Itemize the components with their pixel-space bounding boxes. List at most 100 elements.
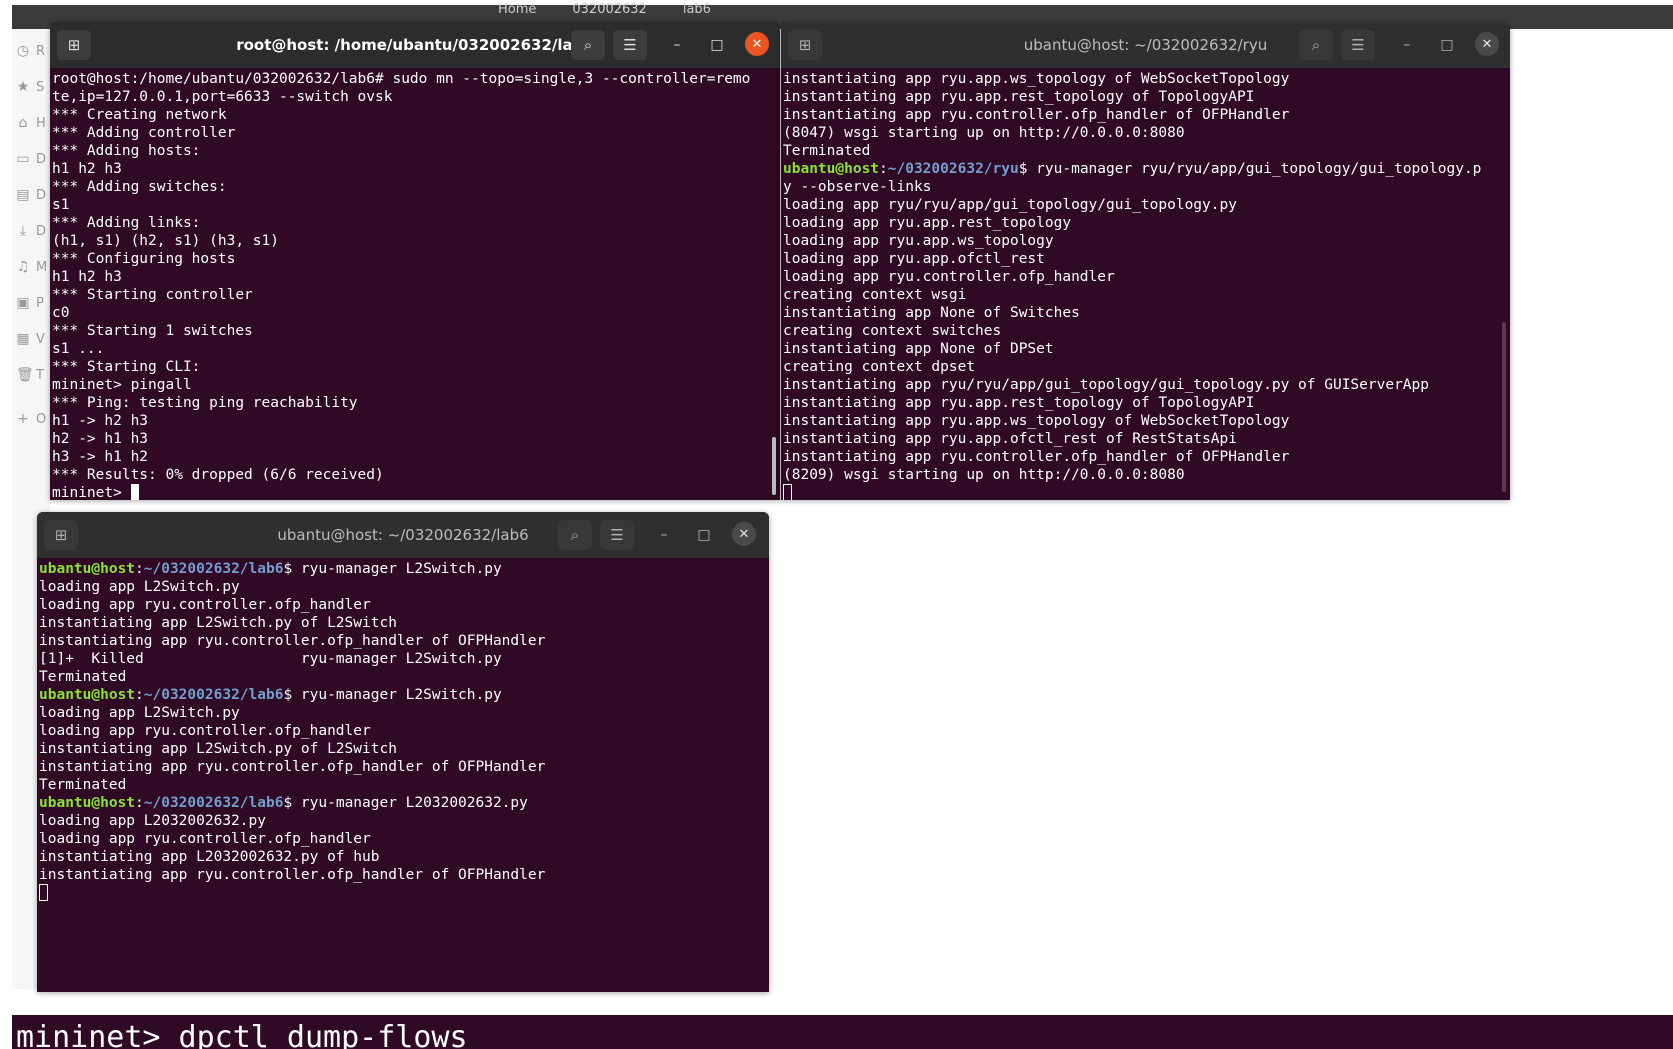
close-button[interactable]: ✕ [732,522,756,546]
sidebar-item-desktop[interactable]: ▭ D [12,149,50,169]
maximize-button[interactable]: □ [1435,33,1459,57]
sidebar-item-videos[interactable]: ▦ V [12,329,50,349]
home-icon: ⌂ [18,115,28,131]
sidebar-item-documents[interactable]: ▤ D [12,185,50,205]
star-icon: ★ [16,79,30,95]
sidebar-item-recent[interactable]: ◷ R [12,41,50,61]
minimize-icon: – [673,37,681,53]
breadcrumb-032002632[interactable]: 032002632 [566,3,652,16]
output-line: *** Adding links: [52,215,201,231]
sidebar-item-home[interactable]: ⌂ H [12,113,50,133]
sidebar-item-trash[interactable]: 🗑 T [12,365,50,385]
terminal-window-ryu[interactable]: ⊞ ubantu@host: ~/032002632/ryu ⌕ ☰ – □ ✕… [781,22,1510,500]
output-line: instantiating app None of DPSet [783,341,1054,357]
output-line: loading app L2Switch.py [39,579,240,595]
output-line: h3 -> h1 h2 [52,449,149,465]
command-text: ryu-manager ryu/ryu/app/gui_topology/gui… [1027,161,1482,177]
output-line: [1]+ Killed ryu-manager L2Switch.py [39,651,502,667]
close-button[interactable]: ✕ [745,32,769,56]
output-line: y --observe-links [783,179,932,195]
terminal-window-mininet[interactable]: ⊞ root@host: /home/ubantu/032002632/lab6… [50,22,780,500]
bottom-terminal-strip[interactable]: mininet> dpctl dump-flows [12,1015,1673,1049]
output-line: instantiating app L2Switch.py of L2Switc… [39,741,397,757]
scrollbar-thumb[interactable] [1502,322,1506,492]
output-line: creating context wsgi [783,287,967,303]
maximize-icon: □ [1440,37,1454,53]
output-line: root@host:/home/ubantu/032002632/lab6# s… [52,71,751,87]
minimize-button[interactable]: – [652,523,676,547]
output-line: instantiating app None of Switches [783,305,1080,321]
search-button[interactable]: ⌕ [558,520,592,550]
output-line: instantiating app ryu.app.rest_topology … [783,89,1255,105]
plus-icon: + [17,411,29,427]
output-line: s1 [52,197,70,213]
new-tab-button[interactable]: ⊞ [44,520,78,550]
output-line: Terminated [783,143,871,159]
output-line: instantiating app ryu.app.ofctl_rest of … [783,431,1237,447]
command-text: ryu-manager L2Switch.py [292,561,502,577]
output-line: *** Adding hosts: [52,143,201,159]
output-line: (h1, s1) (h2, s1) (h3, s1) [52,233,279,249]
output-line: s1 ... [52,341,105,357]
terminal-output-mininet[interactable]: root@host:/home/ubantu/032002632/lab6# s… [50,68,780,500]
output-line: loading app L2032002632.py [39,813,266,829]
menu-button[interactable]: ☰ [1341,30,1375,60]
output-line: c0 [52,305,70,321]
search-button[interactable]: ⌕ [1299,30,1333,60]
new-tab-button[interactable]: ⊞ [57,30,91,60]
hamburger-menu-icon: ☰ [623,36,637,54]
command-text: ryu-manager L2032002632.py [292,795,528,811]
output-line: loading app L2Switch.py [39,705,240,721]
output-line: creating context dpset [783,359,976,375]
prompt-line: ubantu@host:~/032002632/lab6$ ryu-manage… [39,687,502,703]
output-line: instantiating app ryu.controller.ofp_han… [783,449,1290,465]
output-line: instantiating app ryu.app.ws_topology of… [783,413,1290,429]
terminal-window-lab6[interactable]: ⊞ ubantu@host: ~/032002632/lab6 ⌕ ☰ – □ … [37,512,769,992]
sidebar-item-other-locations[interactable]: + O [12,409,50,429]
sidebar-item-pictures[interactable]: ▣ P [12,293,50,313]
output-line: *** Adding controller [52,125,236,141]
terminal-output-lab6[interactable]: ubantu@host:~/032002632/lab6$ ryu-manage… [37,558,769,992]
breadcrumb-home[interactable]: Home [492,3,542,16]
output-line: h1 h2 h3 [52,161,122,177]
menu-button[interactable]: ☰ [600,520,634,550]
sidebar-item-starred[interactable]: ★ S [12,77,50,97]
minimize-button[interactable]: – [1395,33,1419,57]
prompt-path: ~/032002632/lab6 [143,687,284,703]
prompt-user: ubantu@host [39,561,136,577]
output-line: loading app ryu.app.ofctl_rest [783,251,1045,267]
maximize-button[interactable]: □ [705,33,729,57]
titlebar-lab6[interactable]: ⊞ ubantu@host: ~/032002632/lab6 ⌕ ☰ – □ … [37,512,769,558]
output-line: instantiating app ryu.app.rest_topology … [783,395,1255,411]
prompt-path: ~/032002632/lab6 [143,795,284,811]
bottom-terminal-text: mininet> dpctl dump-flows [16,1020,468,1049]
minimize-button[interactable]: – [665,33,689,57]
new-tab-button[interactable]: ⊞ [788,30,822,60]
output-line: instantiating app ryu.controller.ofp_han… [39,633,546,649]
output-line: instantiating app L2032002632.py of hub [39,849,380,865]
hamburger-menu-icon: ☰ [610,526,624,544]
prompt-path: ~/032002632/ryu [887,161,1019,177]
downloads-icon: ⤓ [19,223,27,239]
trash-icon: 🗑 [16,367,34,383]
music-icon: ♫ [16,259,30,275]
hamburger-menu-icon: ☰ [1351,36,1365,54]
sidebar-item-downloads[interactable]: ⤓ D [12,221,50,241]
close-button[interactable]: ✕ [1475,32,1499,56]
scrollbar-thumb[interactable] [772,437,776,495]
minimize-icon: – [1403,37,1411,53]
output-line: *** Adding switches: [52,179,227,195]
terminal-output-ryu[interactable]: instantiating app ryu.app.ws_topology of… [781,68,1510,500]
maximize-button[interactable]: □ [692,523,716,547]
maximize-icon: □ [710,37,724,53]
close-icon: ✕ [751,36,763,52]
output-line: loading app ryu.controller.ofp_handler [783,269,1115,285]
menu-button[interactable]: ☰ [613,30,647,60]
titlebar-mininet[interactable]: ⊞ root@host: /home/ubantu/032002632/lab6… [50,22,780,68]
search-button[interactable]: ⌕ [571,30,605,60]
breadcrumb-lab6[interactable]: lab6 [677,3,717,16]
output-line: h2 -> h1 h3 [52,431,149,447]
titlebar-ryu[interactable]: ⊞ ubantu@host: ~/032002632/ryu ⌕ ☰ – □ ✕ [781,22,1510,68]
text-cursor [783,484,792,500]
sidebar-item-music[interactable]: ♫ M [12,257,50,277]
